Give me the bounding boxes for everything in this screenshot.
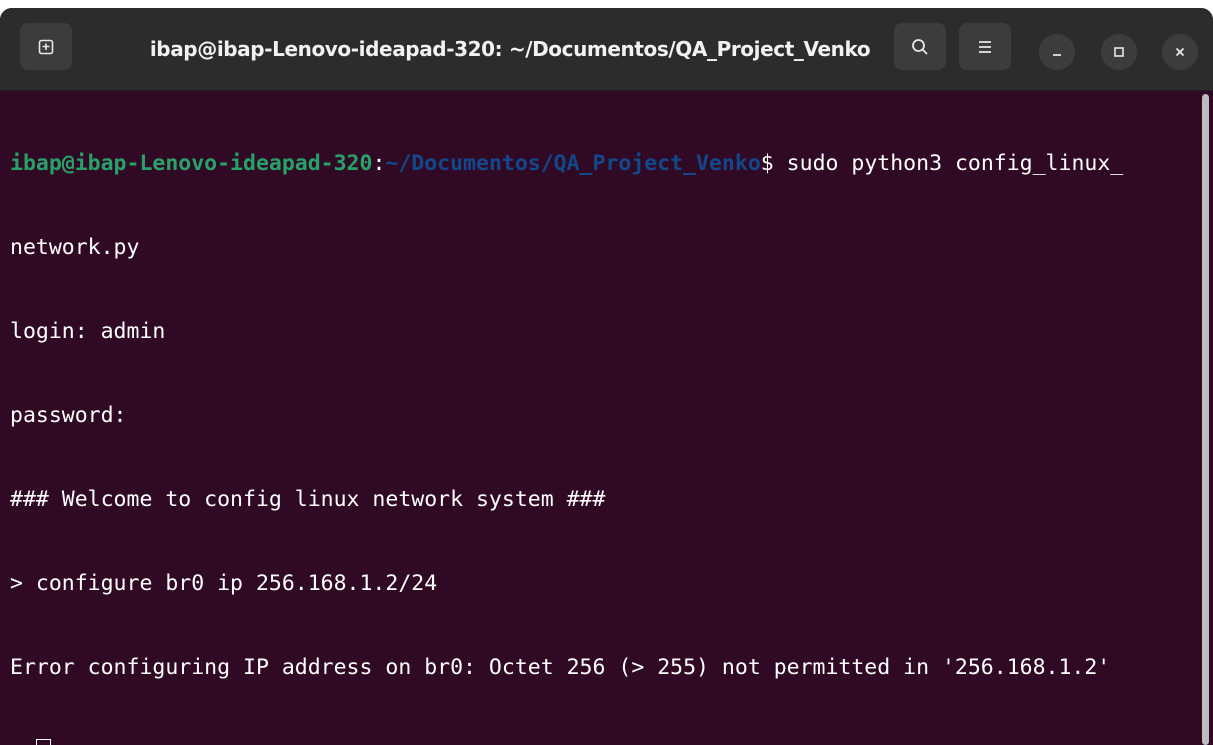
current-prompt-line: >: [10, 738, 1200, 745]
window-title: ibap@ibap-Lenovo-ideapad-320: ~/Document…: [149, 37, 871, 61]
output-line-login: login: admin: [10, 319, 166, 344]
command-wrap-line: network.py: [10, 235, 140, 260]
output-line-password: password:: [10, 403, 127, 428]
current-prompt: >: [10, 739, 36, 745]
output-line-error: Error configuring IP address on br0: Oct…: [10, 655, 1111, 680]
new-tab-icon: [38, 39, 54, 54]
minimize-icon: [1053, 54, 1061, 56]
hamburger-menu-icon: [979, 40, 991, 53]
maximize-button[interactable]: [1101, 34, 1137, 70]
search-icon: [912, 38, 928, 55]
close-button[interactable]: [1162, 34, 1198, 70]
scrollbar[interactable]: [1202, 94, 1209, 745]
terminal-output[interactable]: ibap@ibap-Lenovo-ideapad-320:~/Documento…: [10, 94, 1200, 745]
prompt-separator: :: [372, 151, 386, 176]
new-tab-button[interactable]: [20, 23, 72, 70]
text-cursor: [35, 739, 51, 745]
terminal-window: ibap@ibap-Lenovo-ideapad-320: ~/Document…: [0, 8, 1213, 745]
prompt-user: ibap@ibap-Lenovo-ideapad-320: [10, 151, 373, 176]
minimize-button[interactable]: [1039, 34, 1075, 70]
close-icon: [1175, 47, 1185, 57]
maximize-icon: [1114, 47, 1124, 57]
output-line-welcome: ### Welcome to config linux network syst…: [10, 487, 606, 512]
search-button[interactable]: [894, 23, 946, 70]
command-text: sudo python3 config_linux_: [773, 151, 1124, 176]
prompt-symbol: $: [760, 151, 774, 176]
output-line-configure: > configure br0 ip 256.168.1.2/24: [10, 571, 438, 596]
menu-button[interactable]: [959, 23, 1011, 70]
title-bar[interactable]: ibap@ibap-Lenovo-ideapad-320: ~/Document…: [0, 8, 1213, 91]
prompt-line: ibap@ibap-Lenovo-ideapad-320:~/Documento…: [10, 150, 1200, 178]
prompt-path: ~/Documentos/QA_Project_Venko: [385, 151, 761, 176]
